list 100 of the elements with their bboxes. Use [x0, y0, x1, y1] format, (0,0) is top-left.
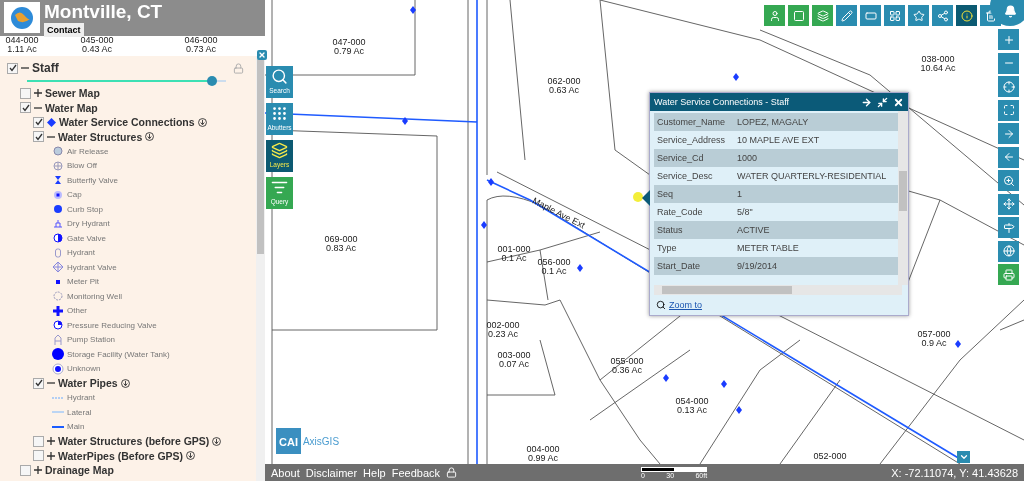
pan-icon: [1002, 198, 1015, 210]
pencil-icon: [840, 9, 853, 22]
draw-button[interactable]: [836, 5, 857, 26]
zoom-box-icon: [1002, 174, 1015, 187]
map-tool-button[interactable]: [998, 170, 1019, 191]
map-tool-button[interactable]: [998, 264, 1019, 285]
opacity-slider[interactable]: [27, 76, 226, 86]
download-icon[interactable]: [120, 378, 130, 388]
service-point-icon: [410, 6, 416, 14]
layer-checkbox[interactable]: [20, 87, 31, 99]
measure-button[interactable]: [860, 5, 881, 26]
parcel-label: 002-000 0.23 Ac: [486, 321, 520, 339]
grid-icon: [888, 9, 901, 22]
close-button[interactable]: [257, 50, 267, 60]
panel-scrollbar[interactable]: [256, 56, 265, 481]
layer-checkbox[interactable]: [33, 377, 44, 389]
expand-icon[interactable]: [34, 89, 42, 98]
legend-label: Other: [67, 306, 87, 316]
diamond-icon: [47, 117, 56, 127]
bell-icon: [1003, 5, 1017, 18]
layers-button[interactable]: [812, 5, 833, 26]
parcel-label: 046-000 0.73 Ac: [184, 36, 218, 54]
info-icon: [960, 9, 973, 22]
grid-button[interactable]: [884, 5, 905, 26]
field-name: Rate_Code: [657, 207, 704, 217]
popup-scrollbar[interactable]: [898, 111, 908, 285]
map-tool-button[interactable]: [998, 52, 1019, 74]
field-name: Seq: [657, 189, 674, 199]
layer-label: Water Pipes: [58, 377, 118, 390]
share-icon: [936, 9, 949, 22]
expand-button[interactable]: [957, 451, 970, 463]
user-icon: [768, 9, 781, 22]
legend-label: Hydrant Valve: [67, 262, 117, 272]
star-icon: [912, 9, 925, 22]
map-symbol-icon: [52, 174, 64, 187]
layers-icon: [816, 9, 829, 22]
print-icon: [1002, 268, 1015, 281]
field-value: 9/19/2014: [737, 261, 779, 271]
legend-label: Butterfly Valve: [67, 175, 118, 185]
download-icon[interactable]: [212, 436, 222, 446]
expand-icon[interactable]: [34, 466, 42, 475]
map-tool-button[interactable]: [998, 123, 1019, 144]
field-value: 1: [737, 189, 743, 199]
footer-link[interactable]: Disclaimer: [305, 466, 358, 479]
share-button[interactable]: [932, 5, 953, 26]
layer-checkbox[interactable]: [33, 131, 44, 143]
map-symbol-icon: [52, 203, 64, 216]
field-value: WATER QUARTERLY-RESIDENTIAL: [737, 171, 888, 181]
layer-checkbox[interactable]: [33, 435, 44, 447]
footer-link[interactable]: Feedback: [391, 466, 441, 479]
legend-label: Dry Hydrant: [67, 219, 110, 229]
field-name: Type: [657, 243, 678, 253]
legend-label: Hydrant: [67, 393, 95, 403]
layer-label: Drainage Map: [45, 464, 114, 477]
map-tool-button[interactable]: [998, 146, 1019, 168]
layer-checkbox[interactable]: [33, 116, 44, 128]
download-icon[interactable]: [145, 132, 155, 142]
close-icon[interactable]: [893, 96, 904, 108]
layer-checkbox[interactable]: [7, 62, 18, 74]
contact-button[interactable]: Contact: [44, 23, 84, 37]
zoom-to-link[interactable]: Zoom to: [669, 300, 702, 310]
field-value: 1000: [737, 153, 759, 163]
download-icon[interactable]: [197, 117, 207, 127]
layer-label: Staff: [32, 61, 59, 75]
map-tool-button[interactable]: [998, 240, 1019, 262]
legend-label: Air Release: [67, 146, 109, 156]
slider-thumb[interactable]: [207, 76, 218, 86]
info-button[interactable]: [956, 5, 977, 26]
globe-icon: [10, 5, 34, 30]
expand-icon[interactable]: [47, 437, 55, 446]
layer-label: Sewer Map: [45, 87, 100, 100]
layer-checkbox[interactable]: [20, 464, 31, 476]
field-name: Service_Cd: [657, 153, 705, 163]
user-button[interactable]: [764, 5, 785, 26]
layer-checkbox[interactable]: [33, 450, 44, 462]
bookmark-button[interactable]: [908, 5, 929, 26]
layer-checkbox[interactable]: [20, 102, 31, 114]
map-tool-button[interactable]: [998, 29, 1019, 50]
map-symbol-icon: [52, 217, 64, 230]
search-icon: [271, 68, 288, 85]
lock-icon[interactable]: [446, 467, 458, 478]
arrow-right-icon[interactable]: [861, 96, 872, 108]
map-symbol-icon: [52, 319, 64, 332]
map-tool-button[interactable]: [998, 193, 1019, 215]
legend-label: Monitoring Well: [67, 291, 122, 301]
collapse-icon[interactable]: [21, 64, 29, 72]
select-button[interactable]: [788, 5, 809, 26]
service-point-icon: [955, 340, 961, 348]
download-icon[interactable]: [186, 451, 196, 461]
collapse-icon[interactable]: [877, 96, 888, 108]
expand-icon[interactable]: [47, 451, 55, 460]
footer-link[interactable]: About: [271, 466, 300, 479]
legend-label: Curb Stop: [67, 204, 104, 214]
horizontal-scrollbar[interactable]: [654, 285, 902, 295]
map-tool-button[interactable]: [998, 99, 1019, 121]
map-tool-button[interactable]: [998, 217, 1019, 238]
footer-link[interactable]: Help: [363, 466, 386, 479]
legend-label: Cap: [67, 190, 82, 200]
field-value: 10 MAPLE AVE EXT: [737, 135, 821, 145]
map-tool-button[interactable]: [998, 76, 1019, 97]
